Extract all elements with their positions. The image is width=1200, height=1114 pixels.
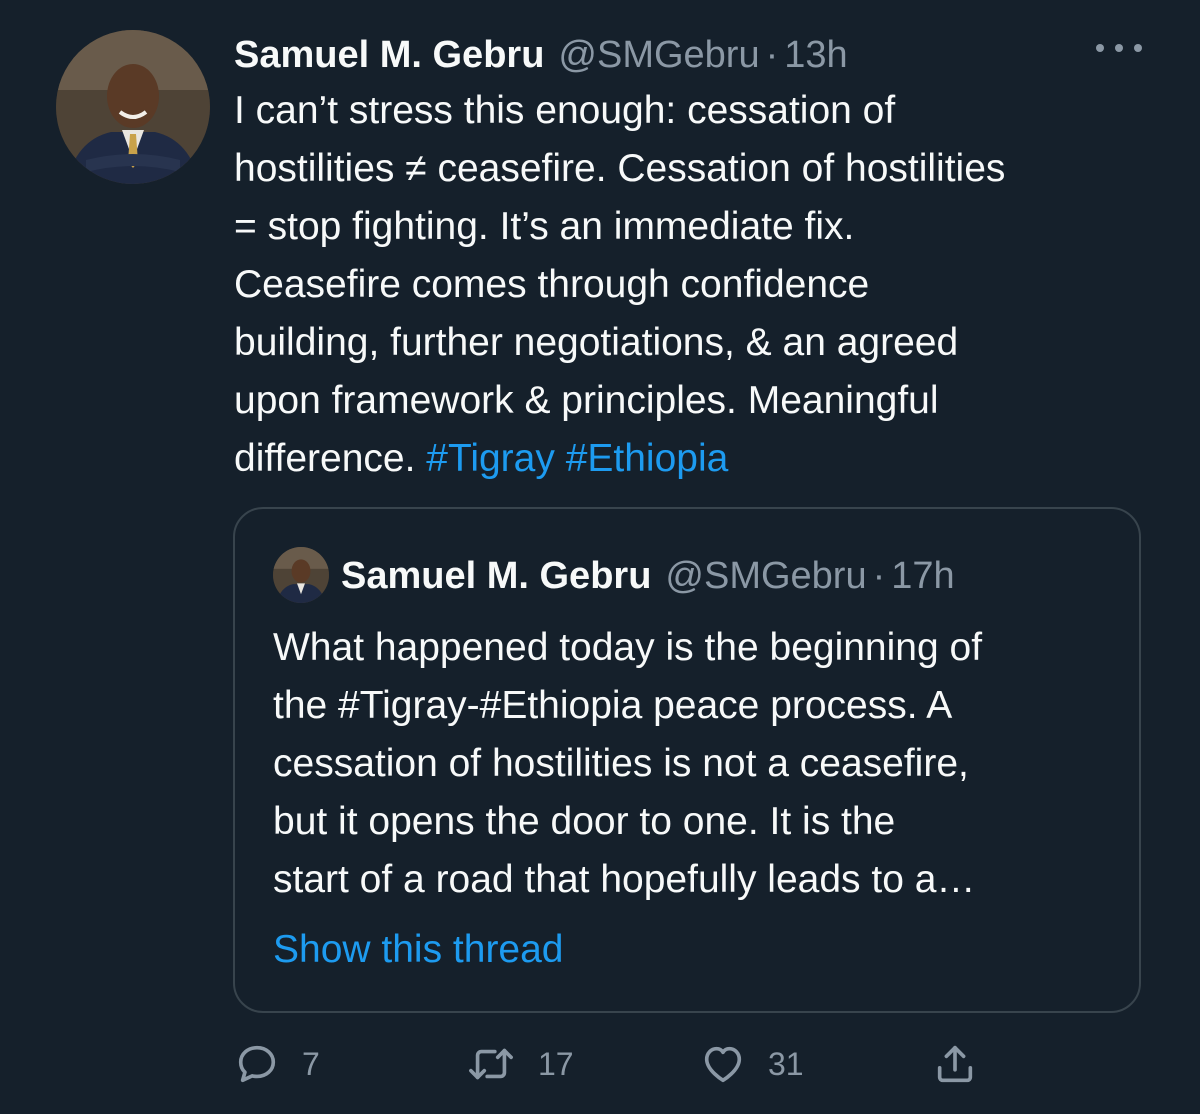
retweet-button[interactable]: 17 [466,1036,574,1092]
tweet-text-line: building, further negotiations, & an agr… [234,321,959,364]
tweet-text-line: hostilities ≠ ceasefire. Cessation of ho… [234,147,1006,190]
tweet-actions-bar: 7 17 31 [234,1036,994,1092]
quoted-tweet-timestamp[interactable]: 17h [891,555,954,598]
quoted-avatar[interactable] [273,547,329,603]
separator-dot: · [872,554,886,597]
share-button[interactable] [932,1036,978,1092]
tweet-timestamp[interactable]: 13h [784,33,847,77]
tweet-text-line: I can’t stress this enough: cessation of [234,89,896,132]
quoted-tweet-text: What happened today is the beginning of … [273,619,1113,909]
quoted-author-handle[interactable]: @SMGebru [665,555,866,598]
reply-icon [234,1041,280,1087]
retweet-icon [466,1041,516,1087]
quoted-text-line: cessation of hostilities is not a ceasef… [273,742,969,785]
tweet-text-line: upon framework & principles. Meaningful [234,379,939,422]
heart-icon [700,1041,746,1087]
reply-button[interactable]: 7 [234,1036,320,1092]
quoted-text-line: start of a road that hopefully leads to … [273,858,976,901]
show-thread-link[interactable]: Show this thread [273,921,564,979]
avatar[interactable] [56,30,210,184]
tweet-text-line-last: difference. #Tigray #Ethiopia [234,430,1164,488]
tweet-text-tail: difference. [234,437,427,480]
retweet-count: 17 [538,1045,574,1082]
quoted-tweet-header: Samuel M. Gebru @SMGebru · 17h [341,551,955,601]
like-count: 31 [768,1045,804,1082]
like-button[interactable]: 31 [700,1036,804,1092]
share-icon [932,1041,978,1087]
quoted-text-line: the #Tigray-#Ethiopia peace process. A [273,684,953,727]
author-name[interactable]: Samuel M. Gebru [234,33,544,77]
reply-count: 7 [302,1045,320,1082]
author-handle[interactable]: @SMGebru [558,33,759,77]
tweet[interactable]: Samuel M. Gebru @SMGebru · 13h I can’t s… [0,0,1200,1114]
tweet-text-line: = stop fighting. It’s an immediate fix. [234,205,855,248]
tweet-text: I can’t stress this enough: cessation of… [234,82,1164,488]
quoted-tweet-card[interactable]: Samuel M. Gebru @SMGebru · 17h What happ… [233,507,1141,1013]
hashtag-link-tigray[interactable]: #Tigray [426,437,555,480]
quoted-text-line: but it opens the door to one. It is the [273,800,896,843]
hashtag-link-ethiopia[interactable]: #Ethiopia [566,437,729,480]
quoted-text-line: What happened today is the beginning of [273,626,983,669]
quoted-author-name[interactable]: Samuel M. Gebru [341,555,651,598]
tweet-text-line: Ceasefire comes through confidence [234,263,870,306]
more-horizontal-icon[interactable] [1096,36,1142,60]
separator-dot: · [765,34,779,76]
tweet-header: Samuel M. Gebru @SMGebru · 13h [234,30,848,80]
